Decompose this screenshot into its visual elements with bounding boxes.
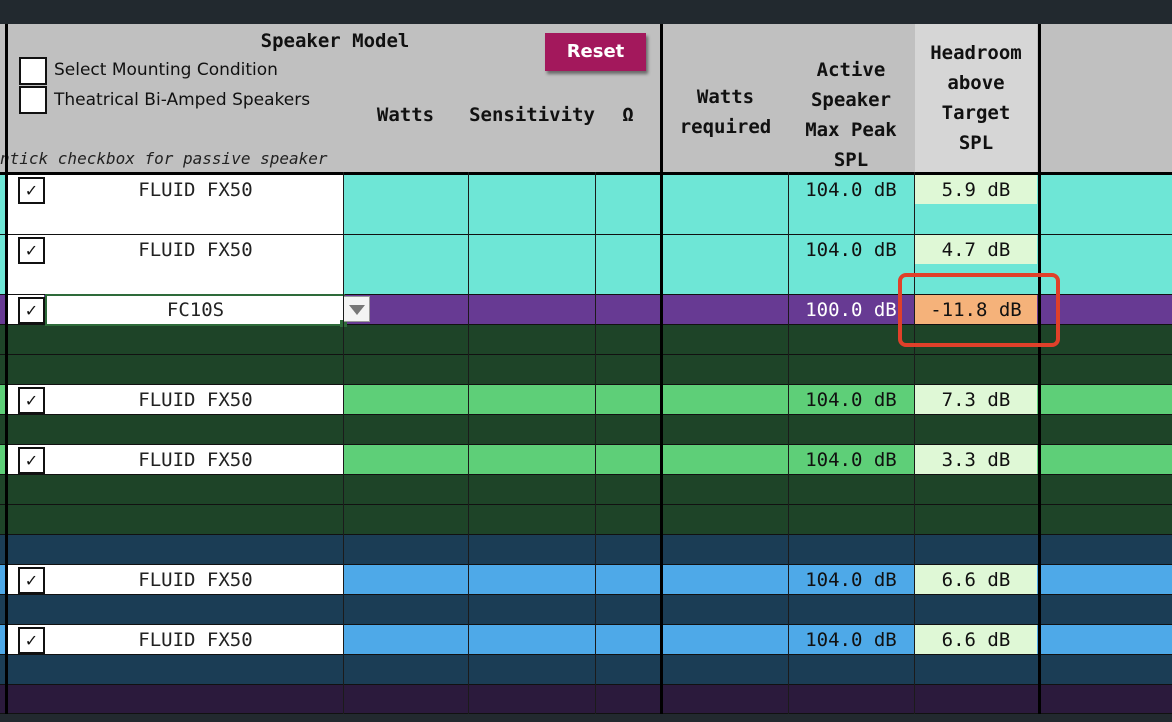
headroom-value: 6.6 dB xyxy=(941,629,1011,651)
mounting-condition-label: Select Mounting Condition xyxy=(54,60,278,80)
model-name: FLUID FX50 xyxy=(138,629,253,651)
mounting-condition-checkbox[interactable] xyxy=(19,57,47,85)
row-checkbox[interactable]: ✓ xyxy=(18,627,45,654)
headroom-header: Headroom above Target SPL xyxy=(915,38,1037,158)
row-band-empty xyxy=(0,505,1172,535)
headroom-line: above xyxy=(947,72,1005,94)
row-checkbox[interactable]: ✓ xyxy=(18,387,45,414)
row-checkbox[interactable]: ✓ xyxy=(18,297,45,324)
max-spl-value: 100.0 dB xyxy=(805,299,897,321)
headroom-line: SPL xyxy=(958,132,994,154)
speaker-model-header: Speaker Model xyxy=(260,30,410,52)
theatrical-label: Theatrical Bi-Amped Speakers xyxy=(54,90,311,110)
active-max-line: SPL xyxy=(833,149,869,171)
max-spl-value: 104.0 dB xyxy=(805,389,897,411)
active-max-line: Active xyxy=(816,59,886,81)
row-band-empty xyxy=(0,595,1172,625)
headroom-value: 6.6 dB xyxy=(941,569,1011,591)
theatrical-checkbox[interactable] xyxy=(19,86,47,114)
highlight-annotation xyxy=(898,273,1060,347)
passive-speaker-hint: ntick checkbox for passive speaker xyxy=(0,149,328,168)
watts-header: Watts xyxy=(376,104,435,126)
row-band-empty xyxy=(0,685,1172,714)
model-name: FLUID FX50 xyxy=(138,569,253,591)
model-name: FLUID FX50 xyxy=(138,389,253,411)
max-spl-value: 104.0 dB xyxy=(805,179,897,201)
grid-line xyxy=(660,24,663,714)
row-checkbox[interactable]: ✓ xyxy=(18,237,45,264)
max-spl-value: 104.0 dB xyxy=(805,449,897,471)
headroom-value: 5.9 dB xyxy=(941,179,1011,201)
row-band-empty xyxy=(0,415,1172,445)
model-name: FLUID FX50 xyxy=(138,449,253,471)
row-band-empty xyxy=(0,475,1172,505)
headroom-value: 4.7 dB xyxy=(941,239,1011,261)
watts-required-line: Watts xyxy=(696,86,755,108)
row-checkbox[interactable]: ✓ xyxy=(18,177,45,204)
row-checkbox[interactable]: ✓ xyxy=(18,567,45,594)
max-spl-value: 104.0 dB xyxy=(805,569,897,591)
grid-line xyxy=(788,172,789,714)
reset-button[interactable]: Reset xyxy=(545,33,646,71)
headroom-line: Headroom xyxy=(930,42,1022,64)
model-name: FLUID FX50 xyxy=(138,239,253,261)
model-name: FLUID FX50 xyxy=(138,179,253,201)
watts-required-line: required xyxy=(679,116,772,138)
spreadsheet: Speaker Model Select Mounting Condition … xyxy=(0,24,1172,714)
row-checkbox[interactable]: ✓ xyxy=(18,447,45,474)
grid-line xyxy=(468,172,469,714)
row-band-empty xyxy=(0,655,1172,685)
status-bar xyxy=(0,714,1172,722)
max-spl-value: 104.0 dB xyxy=(805,239,897,261)
grid-line xyxy=(5,24,8,714)
row-band-empty xyxy=(0,355,1172,385)
grid-line xyxy=(914,172,915,714)
active-max-line: Max Peak xyxy=(805,119,897,141)
ohm-header: Ω xyxy=(622,104,634,126)
grid-line xyxy=(595,172,596,714)
title-bar xyxy=(0,0,1172,24)
watts-required-header: Watts required xyxy=(663,82,788,142)
chevron-down-icon xyxy=(349,305,365,315)
grid-line xyxy=(1038,24,1041,714)
active-max-line: Speaker xyxy=(810,89,892,111)
model-dropdown-button[interactable] xyxy=(343,296,370,322)
headroom-value: 3.3 dB xyxy=(941,449,1011,471)
headroom-line: Target xyxy=(941,102,1011,124)
max-spl-value: 104.0 dB xyxy=(805,629,897,651)
row-band-empty xyxy=(0,535,1172,565)
grid-line xyxy=(343,172,344,714)
sensitivity-header: Sensitivity xyxy=(469,104,595,126)
model-name: FC10S xyxy=(166,299,225,321)
headroom-value: 7.3 dB xyxy=(941,389,1011,411)
active-max-header: Active Speaker Max Peak SPL xyxy=(789,55,913,175)
